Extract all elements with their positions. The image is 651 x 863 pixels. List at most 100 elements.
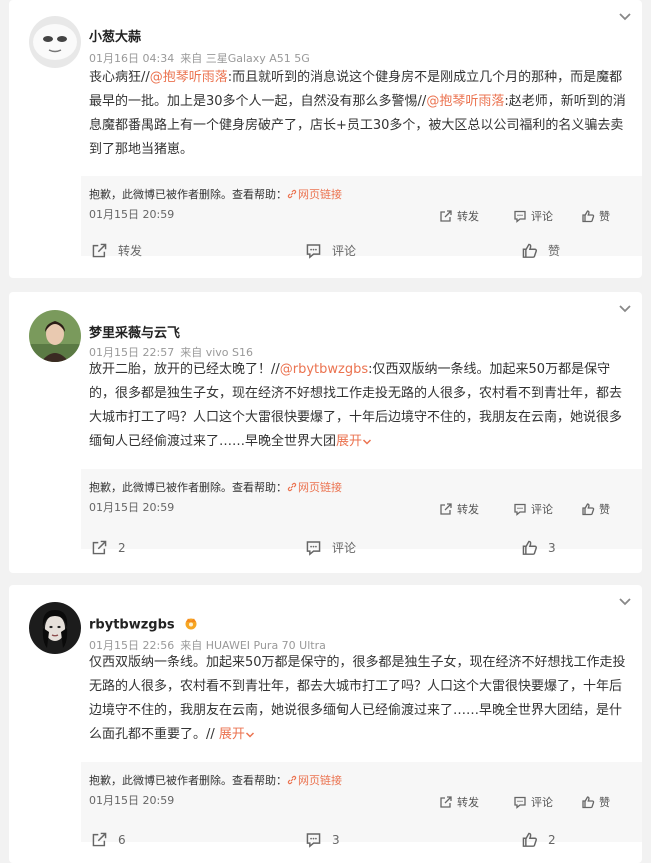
- repost-box: 抱歉，此微博已被作者删除。查看帮助： 网页链接 01月15日 20:59 转发 评…: [81, 469, 642, 549]
- post-text: 丧心病狂//@抱琴听雨落:而且就听到的消息说这个健身房不是刚成立几个月的那种，而…: [89, 66, 628, 162]
- share-icon: [92, 243, 107, 258]
- chevron-down-icon[interactable]: [618, 597, 632, 607]
- comment-count: 评论: [332, 541, 357, 555]
- notice-text: 抱歉，此微博已被作者删除。查看帮助：: [89, 481, 287, 494]
- like-count: 2: [548, 832, 556, 847]
- expand-label: 展开: [336, 434, 363, 449]
- comment-icon: [306, 541, 321, 556]
- post-actions: 转发 评论 赞: [9, 242, 642, 266]
- link-icon: [287, 482, 297, 492]
- link-icon: [287, 189, 297, 199]
- share-icon: [92, 540, 107, 555]
- share-icon: [92, 832, 107, 847]
- comment-count: 评论: [332, 244, 357, 258]
- like-button[interactable]: 2: [521, 831, 556, 848]
- avatar[interactable]: [29, 310, 81, 362]
- comment-button[interactable]: 评论: [305, 242, 356, 259]
- mention-link[interactable]: @抱琴听雨落: [426, 94, 504, 109]
- web-link-label: 网页链接: [298, 188, 342, 201]
- mention-link[interactable]: @抱琴听雨落: [150, 70, 228, 85]
- web-link[interactable]: 网页链接: [287, 481, 342, 494]
- post-card: rbytbwzgbs 01月15日 22:56 来自 HUAWEI Pura 70…: [9, 585, 642, 863]
- thumbs-up-icon: [522, 832, 538, 847]
- repost-count: 2: [118, 540, 126, 555]
- user-name[interactable]: 梦里采薇与云飞: [89, 322, 180, 341]
- repost-button[interactable]: 2: [91, 539, 126, 556]
- repost-actions: 转发 评论 赞: [81, 208, 642, 230]
- post-source: 来自 三星Galaxy A51 5G: [180, 52, 310, 65]
- post-card: 小葱大蒜 01月16日 04:34 来自 三星Galaxy A51 5G 丧心病狂…: [9, 0, 642, 278]
- user-name[interactable]: 小葱大蒜: [89, 26, 141, 45]
- web-link-label: 网页链接: [298, 481, 342, 494]
- like-count: 3: [548, 540, 556, 555]
- thumbs-up-icon: [582, 210, 595, 223]
- label: 评论: [531, 210, 553, 223]
- comment-count: 3: [332, 832, 340, 847]
- post-meta: 01月16日 04:34 来自 三星Galaxy A51 5G: [89, 50, 310, 66]
- repost-repost-button[interactable]: 转发: [439, 501, 479, 517]
- thumbs-up-icon: [522, 540, 538, 555]
- deleted-notice: 抱歉，此微博已被作者删除。查看帮助： 网页链接: [89, 479, 342, 495]
- share-icon: [440, 503, 452, 515]
- text-segment: 仅西双版纳一条线。加起来50万都是保守的，很多都是独生子女，现在经济不好想找工作…: [89, 655, 626, 742]
- like-button[interactable]: 3: [521, 539, 556, 556]
- notice-text: 抱歉，此微博已被作者删除。查看帮助：: [89, 774, 287, 787]
- label: 转发: [457, 796, 479, 809]
- repost-repost-button[interactable]: 转发: [439, 208, 479, 224]
- expand-label: 展开: [218, 727, 245, 742]
- repost-comment-button[interactable]: 评论: [513, 208, 553, 224]
- label: 赞: [599, 210, 610, 223]
- chevron-down-icon[interactable]: [618, 304, 632, 314]
- comment-button[interactable]: 评论: [305, 539, 356, 556]
- chevron-down-icon: [245, 731, 254, 738]
- comment-icon: [514, 503, 526, 516]
- user-name-text: rbytbwzgbs: [89, 617, 175, 633]
- thumbs-up-icon: [522, 243, 538, 258]
- label: 转发: [457, 210, 479, 223]
- user-name[interactable]: rbytbwzgbs: [89, 616, 199, 634]
- avatar[interactable]: [29, 16, 81, 68]
- comment-icon: [306, 244, 321, 259]
- repost-comment-button[interactable]: 评论: [513, 501, 553, 517]
- repost-like-button[interactable]: 赞: [581, 208, 610, 224]
- label: 赞: [599, 796, 610, 809]
- deleted-notice: 抱歉，此微博已被作者删除。查看帮助： 网页链接: [89, 186, 342, 202]
- post-text: 仅西双版纳一条线。加起来50万都是保守的，很多都是独生子女，现在经济不好想找工作…: [89, 651, 628, 747]
- comment-icon: [514, 210, 526, 223]
- repost-like-button[interactable]: 赞: [581, 501, 610, 517]
- text-segment: 放开二胎，放开的已经太晚了！//: [89, 362, 280, 377]
- repost-actions: 转发 评论 赞: [81, 501, 642, 523]
- repost-actions: 转发 评论 赞: [81, 794, 642, 816]
- crown-badge-icon[interactable]: [183, 616, 199, 634]
- like-count: 赞: [548, 244, 561, 258]
- link-icon: [287, 775, 297, 785]
- avatar[interactable]: [29, 602, 81, 654]
- repost-box: 抱歉，此微博已被作者删除。查看帮助： 网页链接 01月15日 20:59 转发 评…: [81, 762, 642, 842]
- repost-button[interactable]: 转发: [91, 242, 142, 259]
- thumbs-up-icon: [582, 796, 595, 809]
- web-link-label: 网页链接: [298, 774, 342, 787]
- expand-link[interactable]: 展开: [336, 434, 372, 449]
- repost-like-button[interactable]: 赞: [581, 794, 610, 810]
- web-link[interactable]: 网页链接: [287, 188, 342, 201]
- repost-comment-button[interactable]: 评论: [513, 794, 553, 810]
- post-date[interactable]: 01月16日 04:34: [89, 52, 174, 65]
- notice-text: 抱歉，此微博已被作者删除。查看帮助：: [89, 188, 287, 201]
- comment-button[interactable]: 3: [305, 831, 340, 848]
- chevron-down-icon[interactable]: [618, 12, 632, 22]
- comment-icon: [306, 833, 321, 848]
- label: 评论: [531, 796, 553, 809]
- repost-count: 转发: [118, 244, 143, 258]
- post-actions: 2 评论 3: [9, 539, 642, 563]
- like-button[interactable]: 赞: [521, 242, 560, 259]
- expand-link[interactable]: 展开: [219, 727, 255, 742]
- repost-button[interactable]: 6: [91, 831, 126, 848]
- post-card: 梦里采薇与云飞 01月15日 22:57 来自 vivo S16 放开二胎，放开的…: [9, 292, 642, 573]
- web-link[interactable]: 网页链接: [287, 774, 342, 787]
- mention-link[interactable]: @rbytbwzgbs: [280, 362, 368, 377]
- thumbs-up-icon: [582, 503, 595, 516]
- repost-count: 6: [118, 832, 126, 847]
- repost-repost-button[interactable]: 转发: [439, 794, 479, 810]
- deleted-notice: 抱歉，此微博已被作者删除。查看帮助： 网页链接: [89, 772, 342, 788]
- label: 赞: [599, 503, 610, 516]
